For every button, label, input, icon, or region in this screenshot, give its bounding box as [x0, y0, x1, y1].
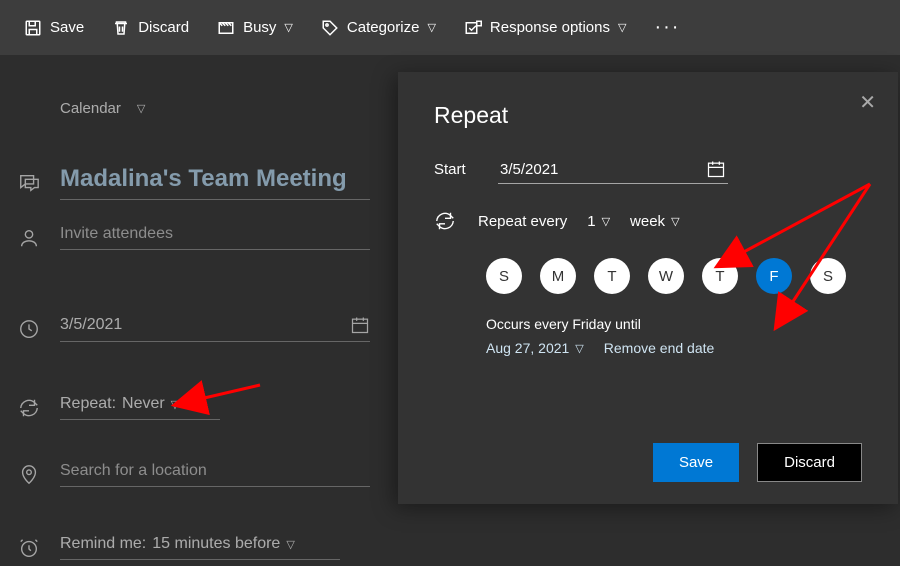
dialog-buttons: Save Discard: [653, 443, 862, 482]
day-4[interactable]: T: [702, 258, 738, 294]
busy-dropdown[interactable]: Busy ▽: [217, 19, 293, 37]
toolbar: Save Discard Busy ▽ Categorize ▽ Respons…: [0, 0, 900, 55]
day-picker: SMTWTFS: [486, 258, 862, 294]
categorize-label: Categorize: [347, 19, 420, 36]
date-row: 3/5/2021: [58, 315, 370, 342]
breadcrumb[interactable]: Calendar ▽: [60, 100, 145, 117]
repeat-row: Repeat: Never ▽: [58, 395, 220, 420]
interval-picker[interactable]: 1 ▽: [587, 213, 610, 230]
start-value: 3/5/2021: [500, 161, 558, 178]
chevron-down-icon: ▽: [427, 21, 435, 34]
chevron-down-icon: ▽: [171, 398, 179, 411]
chevron-down-icon: ▽: [618, 21, 626, 34]
interval-value: 1: [587, 213, 595, 230]
categorize-dropdown[interactable]: Categorize ▽: [321, 19, 436, 37]
close-button[interactable]: ✕: [859, 90, 876, 115]
date-value: 3/5/2021: [60, 316, 122, 334]
chevron-down-icon: ▽: [286, 538, 294, 551]
remind-row: Remind me: 15 minutes before ▽: [58, 535, 340, 560]
save-icon: [24, 19, 42, 37]
attendees-input[interactable]: Invite attendees: [60, 225, 370, 250]
chevron-down-icon: ▽: [284, 21, 292, 34]
day-2[interactable]: T: [594, 258, 630, 294]
location-icon: [18, 464, 40, 486]
repeat-label: Repeat:: [60, 395, 116, 413]
person-icon: [18, 227, 40, 249]
repeat-value: Never: [122, 395, 165, 413]
dialog-save-button[interactable]: Save: [653, 443, 739, 482]
chevron-down-icon: ▽: [671, 215, 679, 228]
calendar-icon: [706, 159, 726, 179]
clock-icon: [18, 318, 40, 340]
chevron-down-icon: ▽: [602, 215, 610, 228]
remind-value: 15 minutes before: [152, 535, 280, 553]
save-button[interactable]: Save: [24, 19, 84, 37]
repeat-dialog: ✕ Repeat Start 3/5/2021 Repeat every 1 ▽…: [398, 72, 898, 504]
dialog-discard-button[interactable]: Discard: [757, 443, 862, 482]
more-button[interactable]: ···: [654, 16, 680, 39]
trash-icon: [112, 19, 130, 37]
calendar-icon: [350, 315, 370, 335]
response-icon: [464, 19, 482, 37]
day-1[interactable]: M: [540, 258, 576, 294]
response-label: Response options: [490, 19, 610, 36]
start-label: Start: [434, 161, 498, 178]
repeat-dropdown[interactable]: Repeat: Never ▽: [60, 395, 220, 420]
chevron-down-icon: ▽: [137, 102, 145, 115]
location-row: Search for a location: [58, 462, 370, 487]
save-label: Save: [50, 19, 84, 36]
busy-label: Busy: [243, 19, 276, 36]
chat-icon: [18, 172, 40, 194]
title-row: Madalina's Team Meeting: [58, 165, 370, 200]
discard-label: Discard: [138, 19, 189, 36]
dialog-title: Repeat: [434, 102, 862, 129]
chevron-down-icon: ▽: [575, 342, 583, 355]
repeat-every-label: Repeat every: [478, 213, 567, 230]
start-date-input[interactable]: 3/5/2021: [498, 155, 728, 184]
remind-dropdown[interactable]: Remind me: 15 minutes before ▽: [60, 535, 340, 560]
until-picker[interactable]: Aug 27, 2021 ▽: [486, 340, 584, 356]
busy-icon: [217, 19, 235, 37]
until-value: Aug 27, 2021: [486, 340, 569, 356]
repeat-icon: [18, 397, 40, 419]
unit-value: week: [630, 213, 665, 230]
day-0[interactable]: S: [486, 258, 522, 294]
day-5[interactable]: F: [756, 258, 792, 294]
occurs-summary: Occurs every Friday until Aug 27, 2021 ▽…: [486, 316, 862, 356]
date-input[interactable]: 3/5/2021: [60, 315, 370, 342]
occurs-text: Occurs every Friday until: [486, 316, 862, 332]
unit-picker[interactable]: week ▽: [630, 213, 680, 230]
start-row: Start 3/5/2021: [434, 155, 862, 184]
attendees-row: Invite attendees: [58, 225, 370, 250]
remind-label: Remind me:: [60, 535, 146, 553]
discard-button[interactable]: Discard: [112, 19, 189, 37]
location-input[interactable]: Search for a location: [60, 462, 370, 487]
day-6[interactable]: S: [810, 258, 846, 294]
event-title[interactable]: Madalina's Team Meeting: [60, 165, 370, 200]
repeat-icon: [434, 210, 456, 232]
remove-end-link[interactable]: Remove end date: [604, 340, 715, 356]
crumb-label: Calendar: [60, 100, 121, 117]
interval-row: Repeat every 1 ▽ week ▽: [434, 210, 862, 232]
response-dropdown[interactable]: Response options ▽: [464, 19, 627, 37]
day-3[interactable]: W: [648, 258, 684, 294]
alarm-icon: [18, 537, 40, 559]
tag-icon: [321, 19, 339, 37]
